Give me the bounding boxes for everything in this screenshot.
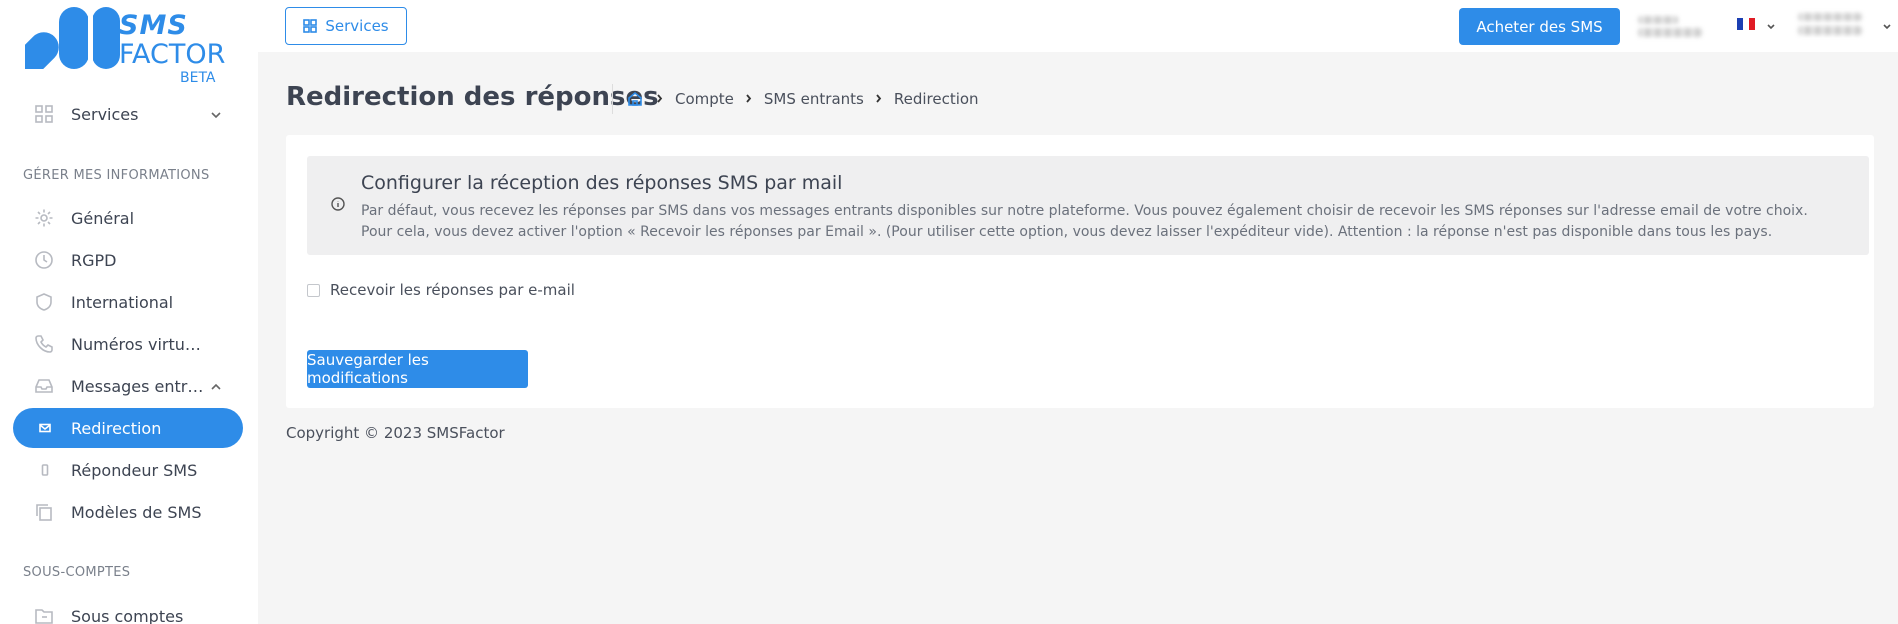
services-button-label: Services — [325, 17, 389, 35]
alert-title: Configurer la réception des réponses SMS… — [361, 172, 843, 194]
buy-sms-button[interactable]: Acheter des SMS — [1459, 8, 1620, 45]
phone-icon — [33, 333, 55, 355]
sidebar-item-label: Répondeur SMS — [71, 460, 198, 480]
chevron-down-icon[interactable] — [1882, 17, 1892, 30]
logo-text-factor: FACTOR — [119, 39, 226, 70]
breadcrumb: Compte SMS entrants Redirection — [627, 90, 979, 108]
breadcrumb-item-redirection: Redirection — [893, 90, 979, 108]
breadcrumb-item-account[interactable]: Compte — [675, 90, 734, 108]
settings-card: Configurer la réception des réponses SMS… — [286, 135, 1874, 408]
save-button[interactable]: Sauvegarder les modifications — [307, 350, 528, 388]
services-button[interactable]: Services — [285, 7, 407, 45]
info-alert: Configurer la réception des réponses SMS… — [307, 156, 1869, 255]
shield-icon — [33, 291, 55, 313]
chevron-right-icon — [744, 94, 754, 104]
chevron-right-icon — [874, 94, 884, 104]
sidebar-item-redirection[interactable]: Redirection — [13, 408, 243, 448]
email-replies-label: Recevoir les réponses par e-mail — [330, 281, 575, 299]
sidebar-item-sms-templates[interactable]: Modèles de SMS — [13, 492, 243, 532]
sidebar-item-label: Services — [71, 104, 139, 124]
logo-text-sms: SMS — [119, 10, 188, 41]
sidebar-item-label: Redirection — [71, 418, 162, 438]
sidebar-item-services[interactable]: Services — [13, 94, 243, 134]
topbar: Services Acheter des SMS — [258, 0, 1898, 52]
copyright: Copyright © 2023 SMSFactor — [286, 424, 505, 442]
sidebar-item-rgpd[interactable]: RGPD — [13, 240, 243, 280]
clock-icon — [33, 249, 55, 271]
grid-icon — [303, 19, 318, 33]
sidebar-item-sub-accounts[interactable]: Sous comptes — [13, 596, 243, 624]
email-replies-checkbox[interactable] — [307, 283, 320, 297]
section-title-manage: GÉRER MES INFORMATIONS — [23, 168, 210, 183]
mail-icon — [38, 417, 52, 439]
folder-icon — [33, 605, 55, 624]
mobile-icon — [38, 459, 52, 481]
fr-flag-icon[interactable] — [1737, 18, 1755, 30]
credits-blurred — [1638, 16, 1678, 24]
user-blurred[interactable] — [1798, 26, 1862, 35]
credits-blurred — [1638, 28, 1702, 37]
sidebar-item-label: Modèles de SMS — [71, 502, 202, 522]
breadcrumb-divider — [612, 84, 613, 114]
logo-beta-tag: BETA — [180, 70, 216, 86]
logo-mark-icon — [25, 7, 120, 69]
sidebar-item-sms-responder[interactable]: Répondeur SMS — [13, 450, 243, 490]
home-icon[interactable] — [627, 91, 643, 107]
chevron-down-icon — [209, 107, 223, 121]
sidebar-item-general[interactable]: Général — [13, 198, 243, 238]
copy-icon — [33, 501, 55, 523]
sidebar-item-incoming-messages[interactable]: Messages entrants — [13, 366, 243, 406]
sidebar-item-virtual-numbers[interactable]: Numéros virtuels — [13, 324, 243, 364]
sidebar-item-label: RGPD — [71, 250, 117, 270]
alert-text: Par défaut, vous recevez les réponses pa… — [361, 201, 1841, 243]
alert-text-line: Par défaut, vous recevez les réponses pa… — [361, 203, 1808, 219]
page-title: Redirection des réponses — [286, 82, 659, 112]
sidebar-item-label: International — [71, 292, 174, 312]
section-title-sub-accounts: SOUS-COMPTES — [23, 565, 131, 580]
grid-icon — [33, 103, 55, 125]
user-blurred[interactable] — [1798, 13, 1862, 21]
chevron-up-icon — [209, 379, 223, 393]
sidebar: SMS FACTOR BETA Services GÉRER MES INFOR… — [0, 0, 258, 624]
alert-text-line: Pour cela, vous devez activer l'option «… — [361, 224, 1773, 240]
sidebar-item-label: Messages entrants — [71, 376, 206, 396]
sidebar-item-label: Général — [71, 208, 135, 228]
smsfactor-logo[interactable]: SMS FACTOR BETA — [25, 7, 225, 87]
chevron-down-icon[interactable] — [1766, 17, 1776, 30]
sidebar-item-international[interactable]: International — [13, 282, 243, 322]
info-icon — [331, 196, 345, 211]
breadcrumb-item-incoming-sms[interactable]: SMS entrants — [764, 90, 864, 108]
sidebar-item-label: Sous comptes — [71, 606, 184, 624]
gear-icon — [33, 207, 55, 229]
chevron-right-icon — [655, 94, 665, 104]
sidebar-item-label: Numéros virtuels — [71, 334, 206, 354]
email-replies-option[interactable]: Recevoir les réponses par e-mail — [307, 281, 575, 299]
inbox-icon — [33, 375, 55, 397]
